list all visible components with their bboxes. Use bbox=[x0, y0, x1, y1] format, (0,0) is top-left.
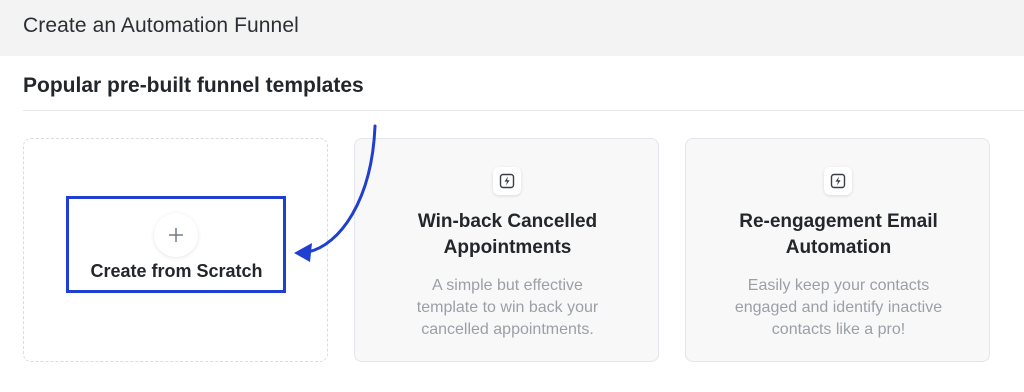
lightning-bolt-icon bbox=[493, 167, 521, 195]
template-title: Re-engagement Email Automation bbox=[739, 211, 938, 258]
template-card-win-back[interactable]: Win-back Cancelled Appointments A simple… bbox=[354, 138, 659, 362]
header-bar: Create an Automation Funnel bbox=[0, 0, 1024, 56]
template-title: Win-back Cancelled Appointments bbox=[417, 211, 598, 258]
template-card-re-engagement[interactable]: Re-engagement Email Automation Easily ke… bbox=[685, 138, 990, 362]
lightning-bolt-icon bbox=[824, 167, 852, 195]
annotation-highlight-box bbox=[66, 196, 286, 293]
section-divider bbox=[23, 110, 1024, 111]
template-description: A simple but effective template to win b… bbox=[416, 277, 599, 338]
page-title: Create an Automation Funnel bbox=[23, 14, 299, 37]
template-description: Easily keep your contacts engaged and id… bbox=[734, 277, 943, 338]
section-title: Popular pre-built funnel templates bbox=[23, 74, 364, 97]
